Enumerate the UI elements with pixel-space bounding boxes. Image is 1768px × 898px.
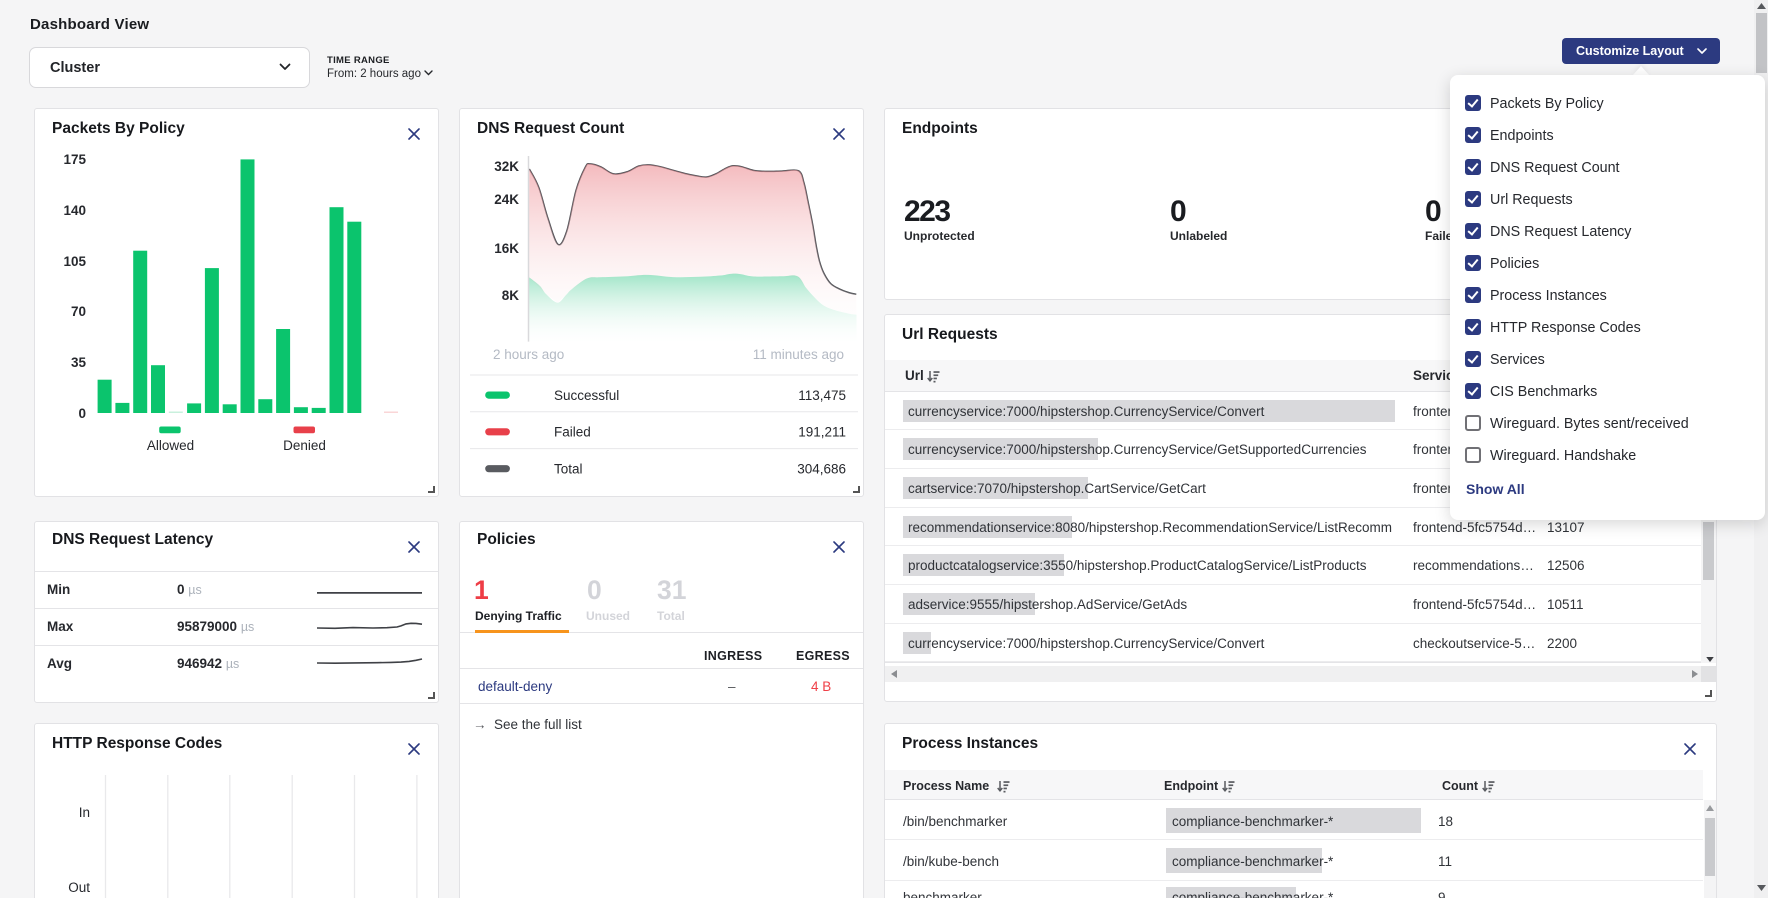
svg-text:175: 175 (63, 152, 86, 167)
svg-text:32K: 32K (494, 159, 519, 174)
svg-text:11 minutes ago: 11 minutes ago (753, 347, 844, 362)
svg-text:35: 35 (71, 355, 87, 370)
svg-text:140: 140 (63, 203, 86, 218)
svg-text:304,686: 304,686 (797, 462, 846, 477)
svg-text:Successful: Successful (554, 388, 619, 403)
svg-text:Allowed: Allowed (147, 438, 194, 453)
svg-text:In: In (79, 805, 90, 820)
svg-text:8K: 8K (502, 288, 520, 303)
svg-text:Total: Total (554, 462, 583, 477)
svg-text:113,475: 113,475 (798, 388, 846, 403)
svg-text:16K: 16K (494, 241, 519, 256)
svg-text:0: 0 (78, 406, 86, 421)
svg-text:191,211: 191,211 (798, 425, 846, 440)
svg-text:24K: 24K (494, 192, 519, 207)
svg-text:70: 70 (71, 304, 86, 319)
svg-text:Denied: Denied (283, 438, 326, 453)
svg-text:2 hours ago: 2 hours ago (493, 347, 564, 362)
svg-text:Out: Out (68, 880, 90, 895)
svg-text:Failed: Failed (554, 425, 591, 440)
svg-text:105: 105 (63, 254, 86, 269)
